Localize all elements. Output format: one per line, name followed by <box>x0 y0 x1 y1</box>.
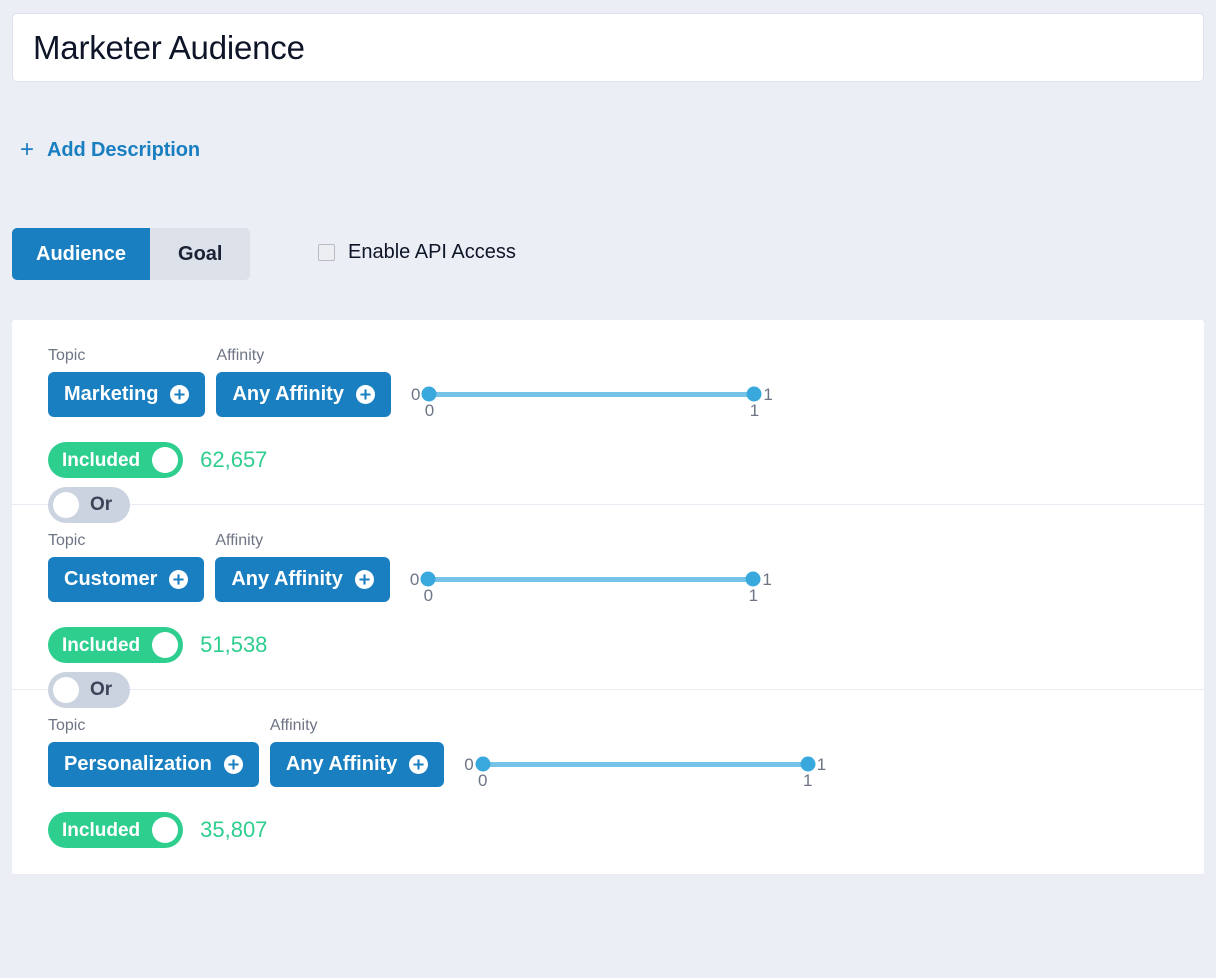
topic-field: Topic Personalization <box>48 718 259 787</box>
plus-circle-icon[interactable] <box>409 755 429 774</box>
topic-select-value: Customer <box>64 568 158 590</box>
affinity-field-label: Affinity <box>269 717 318 734</box>
affinity-field: Affinity Any Affinity <box>269 717 445 787</box>
slider-handle-low-value: 0 <box>478 771 488 790</box>
condition-field-row: Topic Marketing Affinity Any Affinity 0 … <box>48 347 1204 420</box>
plus-circle-icon[interactable] <box>169 570 189 589</box>
topic-field-label: Topic <box>48 717 86 734</box>
slider-rail <box>482 761 808 767</box>
enable-api-access-label: Enable API Access <box>348 241 516 263</box>
slider-max-label: 1 <box>762 569 772 589</box>
topic-field: Topic Marketing <box>48 347 206 417</box>
topic-field-label: Topic <box>48 347 86 364</box>
affinity-range-slider[interactable]: 0 0 1 1 <box>409 568 772 605</box>
audience-title-input[interactable]: Marketer Audience <box>12 13 1204 82</box>
checkbox-box-icon[interactable] <box>318 244 335 261</box>
affinity-select-value: Any Affinity <box>232 383 344 405</box>
slider-handle-low-value: 0 <box>424 401 435 420</box>
slider-max-label: 1 <box>763 384 773 404</box>
affinity-select-button[interactable]: Any Affinity <box>216 372 391 417</box>
included-row: Included 62,657 <box>48 442 1204 504</box>
audience-count: 62,657 <box>200 447 268 472</box>
card-bottom-rule <box>12 874 1204 875</box>
included-row: Included 35,807 <box>48 812 1204 874</box>
included-toggle-label: Included <box>62 819 141 841</box>
affinity-select-button[interactable]: Any Affinity <box>269 742 445 787</box>
affinity-select-value: Any Affinity <box>231 568 343 590</box>
add-description-label: Add Description <box>47 138 200 161</box>
plus-circle-icon[interactable] <box>355 385 375 404</box>
included-toggle[interactable]: Included <box>48 442 184 478</box>
plus-circle-icon[interactable] <box>223 755 243 774</box>
slider-handle-high-value: 1 <box>749 401 760 420</box>
toggle-knob <box>152 632 179 658</box>
condition-group-2: Topic Customer Affinity Any Affinity 0 0… <box>12 505 1204 708</box>
topic-select-button[interactable]: Customer <box>48 557 205 602</box>
included-toggle-label: Included <box>62 449 141 471</box>
toggle-knob <box>152 447 179 473</box>
slider-min-label: 0 <box>410 384 421 404</box>
audience-count: 35,807 <box>200 817 268 842</box>
included-row: Included 51,538 <box>48 627 1204 689</box>
slider-handle-high-value: 1 <box>748 586 759 605</box>
affinity-field-label: Affinity <box>216 347 265 364</box>
affinity-select-value: Any Affinity <box>285 753 398 775</box>
slider-handle-low[interactable] <box>475 756 491 772</box>
plus-icon: + <box>20 136 35 163</box>
condition-field-row: Topic Personalization Affinity Any Affin… <box>48 717 1204 790</box>
slider-handle-low[interactable] <box>420 571 436 587</box>
included-toggle-label: Included <box>62 634 141 656</box>
slider-handle-high[interactable] <box>800 756 816 772</box>
add-description-button[interactable]: + Add Description <box>20 138 200 162</box>
topic-select-button[interactable]: Personalization <box>48 742 259 787</box>
affinity-select-button[interactable]: Any Affinity <box>215 557 390 602</box>
slider-track[interactable]: 0 1 <box>475 753 816 789</box>
slider-handle-low[interactable] <box>421 386 437 402</box>
topic-select-button[interactable]: Marketing <box>48 372 206 417</box>
affinity-field: Affinity Any Affinity <box>216 347 391 417</box>
slider-handle-high[interactable] <box>745 571 761 587</box>
affinity-range-slider[interactable]: 0 0 1 1 <box>410 383 773 420</box>
affinity-field-label: Affinity <box>215 532 264 549</box>
condition-group-1: Topic Marketing Affinity Any Affinity 0 … <box>12 320 1204 523</box>
slider-max-label: 1 <box>816 754 827 774</box>
included-toggle[interactable]: Included <box>48 812 184 848</box>
plus-circle-icon[interactable] <box>354 570 374 589</box>
topic-select-value: Personalization <box>64 753 212 775</box>
audience-conditions-card: Topic Marketing Affinity Any Affinity 0 … <box>12 320 1204 875</box>
tab-audience[interactable]: Audience <box>12 228 151 280</box>
included-toggle[interactable]: Included <box>48 627 184 663</box>
slider-min-label: 0 <box>464 754 474 774</box>
topic-field: Topic Customer <box>48 532 205 602</box>
affinity-range-slider[interactable]: 0 0 1 1 <box>464 753 827 790</box>
slider-min-label: 0 <box>409 569 420 589</box>
slider-track[interactable]: 0 1 <box>421 383 762 419</box>
slider-track[interactable]: 0 1 <box>420 568 761 604</box>
condition-group-3: Topic Personalization Affinity Any Affin… <box>12 690 1204 875</box>
view-tab-group: Audience Goal <box>12 228 251 280</box>
slider-rail <box>428 576 754 582</box>
tab-goal[interactable]: Goal <box>150 228 251 280</box>
slider-handle-low-value: 0 <box>423 586 434 605</box>
slider-handle-high[interactable] <box>746 386 762 402</box>
slider-handle-high-value: 1 <box>803 771 813 790</box>
topic-field-label: Topic <box>48 532 86 549</box>
affinity-field: Affinity Any Affinity <box>215 532 390 602</box>
audience-count: 51,538 <box>200 632 268 657</box>
audience-title-value: Marketer Audience <box>33 29 305 66</box>
topic-select-value: Marketing <box>64 383 159 405</box>
toggle-knob <box>152 817 179 843</box>
enable-api-access-checkbox[interactable]: Enable API Access <box>318 241 516 264</box>
plus-circle-icon[interactable] <box>170 385 190 404</box>
slider-rail <box>429 391 755 397</box>
condition-field-row: Topic Customer Affinity Any Affinity 0 0… <box>48 532 1204 605</box>
